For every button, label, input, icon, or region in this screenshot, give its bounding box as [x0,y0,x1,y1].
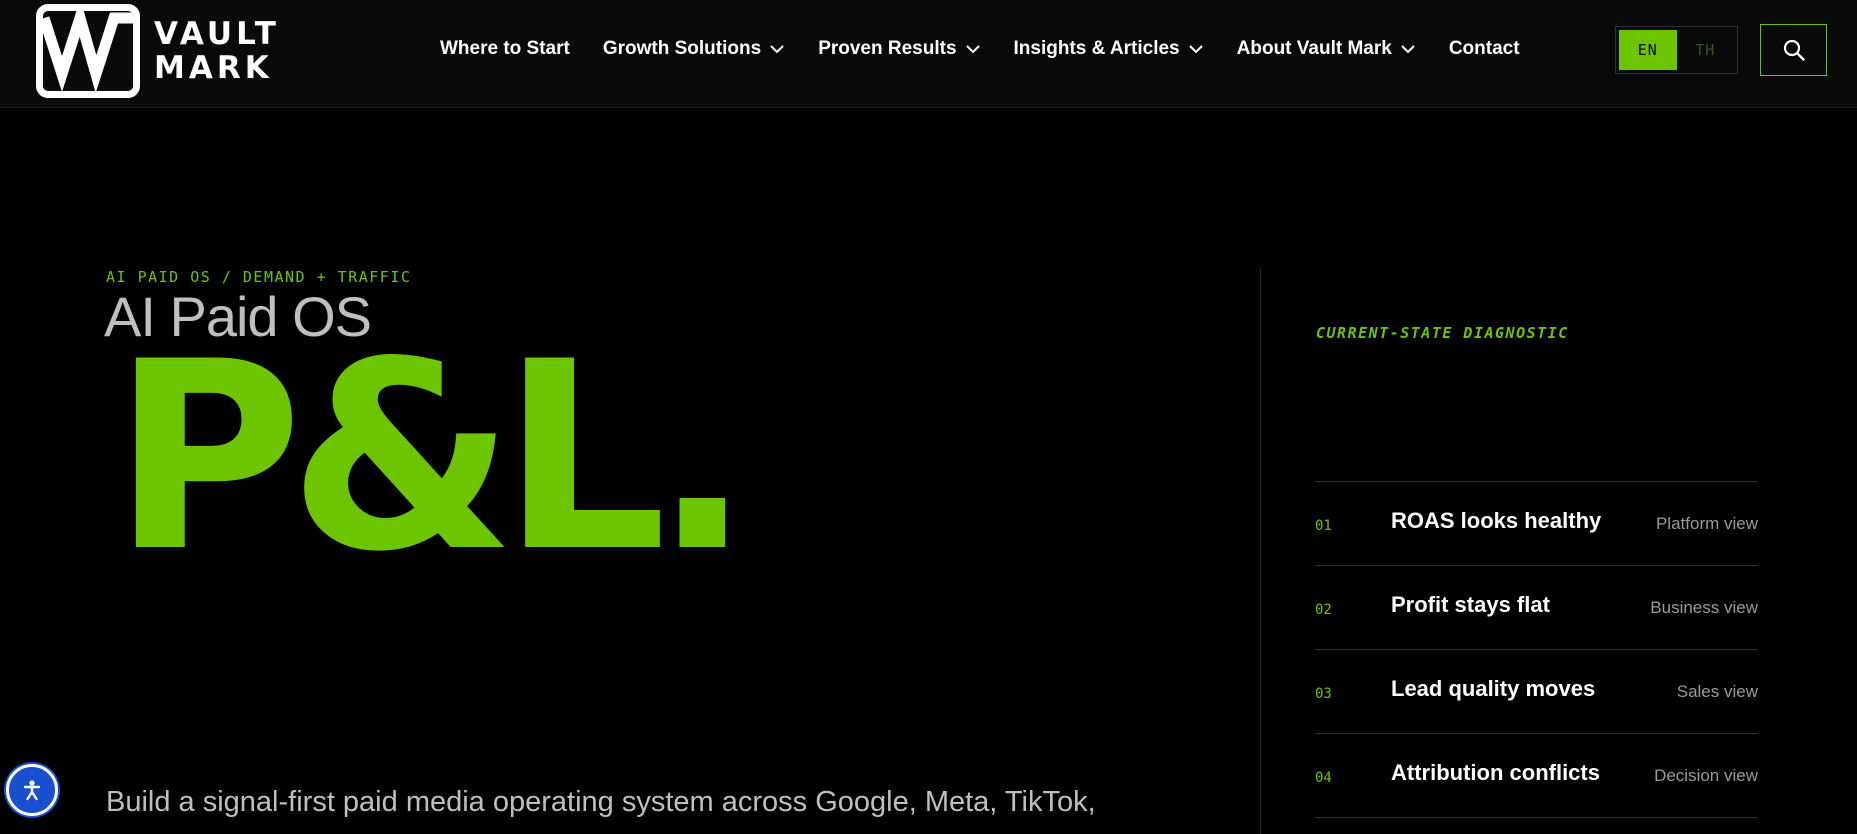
diagnostic-row-view: Business view [1650,598,1758,617]
chevron-down-icon [1401,45,1415,54]
diagnostic-row-view: Decision view [1654,766,1758,785]
diagnostic-row[interactable]: 04 Attribution conflicts Decision view [1315,734,1758,818]
diagnostic-row-title: Profit stays flat [1391,592,1550,617]
vm-monogram-icon [36,4,140,98]
nav-item-label: Where to Start [440,38,570,59]
accessibility-icon [23,780,41,801]
chevron-down-icon [770,45,784,54]
lang-option-th[interactable]: TH [1677,30,1735,70]
brand-name-line2: MARK [154,50,273,86]
diagnostic-label: CURRENT-STATE DIAGNOSTIC [1316,324,1569,342]
diagnostic-row-view: Platform view [1655,514,1758,533]
brand-logo[interactable]: VAULT MARK [36,4,280,98]
diagnostic-row[interactable]: 03 Lead quality moves Sales view [1315,650,1758,734]
site-header: VAULT MARK Where to Start Growth Solutio… [0,0,1857,108]
nav-item-contact[interactable]: Contact [1449,38,1520,60]
nav-item-label: Proven Results [818,38,957,59]
diagnostic-row-title: Lead quality moves [1391,676,1596,701]
accessibility-button[interactable] [6,764,58,816]
nav-item-label: Insights & Articles [1013,38,1180,59]
main-nav: Where to Start Growth Solutions Proven R… [440,36,1553,62]
lang-option-en[interactable]: EN [1619,30,1677,70]
brand-wordmark: VAULT MARK [154,17,280,85]
hero-headline: P&L. [112,307,752,609]
nav-item-where-to-start[interactable]: Where to Start [440,38,570,60]
chevron-down-icon [1188,45,1203,54]
diagnostic-row[interactable]: 01 ROAS looks healthy Platform view [1315,482,1758,566]
search-button[interactable] [1760,24,1827,76]
diagnostic-row-number: 01 [1315,518,1332,534]
nav-item-proven-results[interactable]: Proven Results [818,38,980,60]
page: VAULT MARK Where to Start Growth Solutio… [0,0,1857,834]
diagnostic-list: 01 ROAS looks healthy Platform view 02 P… [1315,481,1758,818]
diagnostic-row-view: Sales view [1676,682,1758,701]
diagnostic-row-number: 04 [1315,770,1332,786]
brand-name-line1: VAULT [154,16,280,52]
nav-item-about-vault-mark[interactable]: About Vault Mark [1237,38,1416,60]
nav-item-insights-articles[interactable]: Insights & Articles [1014,38,1204,60]
nav-item-label: Growth Solutions [602,38,762,59]
nav-item-growth-solutions[interactable]: Growth Solutions [603,38,785,60]
diagnostic-row-number: 02 [1315,602,1332,618]
language-switcher: EN TH [1615,26,1738,74]
diagnostic-row[interactable]: 02 Profit stays flat Business view [1315,566,1758,650]
diagnostic-row-title: Attribution conflicts [1391,760,1600,785]
chevron-down-icon [965,45,980,54]
section-divider [1260,268,1261,834]
search-icon [1783,39,1805,61]
diagnostic-row-number: 03 [1315,686,1332,702]
diagnostic-row-title: ROAS looks healthy [1391,508,1602,533]
hero-description: Build a signal-first paid media operatin… [106,786,1096,818]
nav-item-label: Contact [1448,38,1520,59]
nav-item-label: About Vault Mark [1236,38,1392,59]
